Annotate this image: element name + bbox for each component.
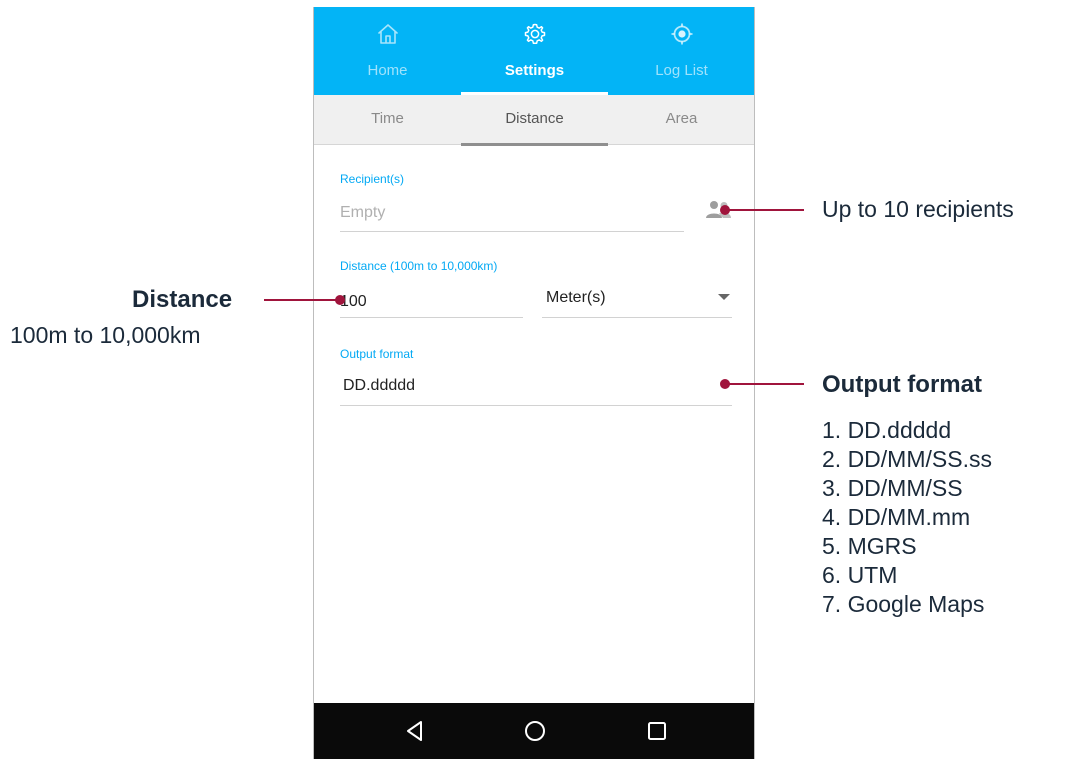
- distance-unit-select[interactable]: Meter(s): [546, 289, 606, 307]
- distance-label: Distance (100m to 10,000km): [340, 259, 498, 273]
- output-format-list: 1. DD.ddddd 2. DD/MM/SS.ss 3. DD/MM/SS 4…: [822, 416, 992, 619]
- distance-input[interactable]: 100: [340, 293, 367, 311]
- unit-underline: [542, 317, 732, 318]
- recipients-annotation: Up to 10 recipients: [822, 196, 1014, 222]
- format-list-item: 5. MGRS: [822, 533, 917, 559]
- home-icon: [377, 24, 398, 44]
- recipients-label: Recipient(s): [340, 172, 405, 186]
- output-format-select[interactable]: DD.ddddd: [343, 377, 415, 395]
- tab-home[interactable]: Home: [314, 7, 461, 95]
- format-list-item: 4. DD/MM.mm: [822, 504, 971, 530]
- subtab-time[interactable]: Time: [314, 95, 461, 145]
- top-navigation-bar: Home Settings Log List: [314, 7, 754, 95]
- dropdown-arrow-icon[interactable]: [717, 292, 731, 302]
- contacts-icon[interactable]: [704, 199, 734, 221]
- settings-sub-tabs: Time Distance Area: [314, 95, 754, 146]
- tab-settings-label: Settings: [504, 62, 565, 79]
- system-navigation-bar: [314, 703, 754, 759]
- recipients-underline: [340, 231, 684, 232]
- recents-square-icon[interactable]: [644, 718, 670, 744]
- phone-screen: Home Settings Log List Time Distance Are…: [313, 7, 755, 759]
- location-target-icon: [671, 23, 692, 45]
- home-circle-icon[interactable]: [522, 718, 548, 744]
- subtab-distance[interactable]: Distance: [461, 95, 608, 146]
- format-list-item: 7. Google Maps: [822, 591, 985, 617]
- tab-log-list-label: Log List: [655, 62, 708, 79]
- distance-underline: [340, 317, 523, 318]
- output-format-label: Output format: [340, 347, 414, 361]
- back-triangle-icon[interactable]: [402, 718, 428, 744]
- gear-icon: [524, 23, 545, 45]
- recipients-input[interactable]: Empty: [340, 204, 385, 222]
- tab-settings[interactable]: Settings: [461, 7, 608, 95]
- distance-annotation-title: Distance: [132, 286, 233, 313]
- format-list-item: 1. DD.ddddd: [822, 417, 952, 443]
- output-format-annotation-title: Output format: [822, 371, 982, 398]
- distance-annotation-range: 100m to 10,000km: [10, 322, 201, 348]
- subtab-area[interactable]: Area: [608, 95, 754, 145]
- tab-log-list[interactable]: Log List: [608, 7, 754, 95]
- format-list-item: 3. DD/MM/SS: [822, 475, 963, 501]
- output-format-underline: [340, 405, 732, 406]
- format-list-item: 2. DD/MM/SS.ss: [822, 446, 992, 472]
- format-list-item: 6. UTM: [822, 562, 898, 588]
- tab-home-label: Home: [367, 62, 408, 79]
